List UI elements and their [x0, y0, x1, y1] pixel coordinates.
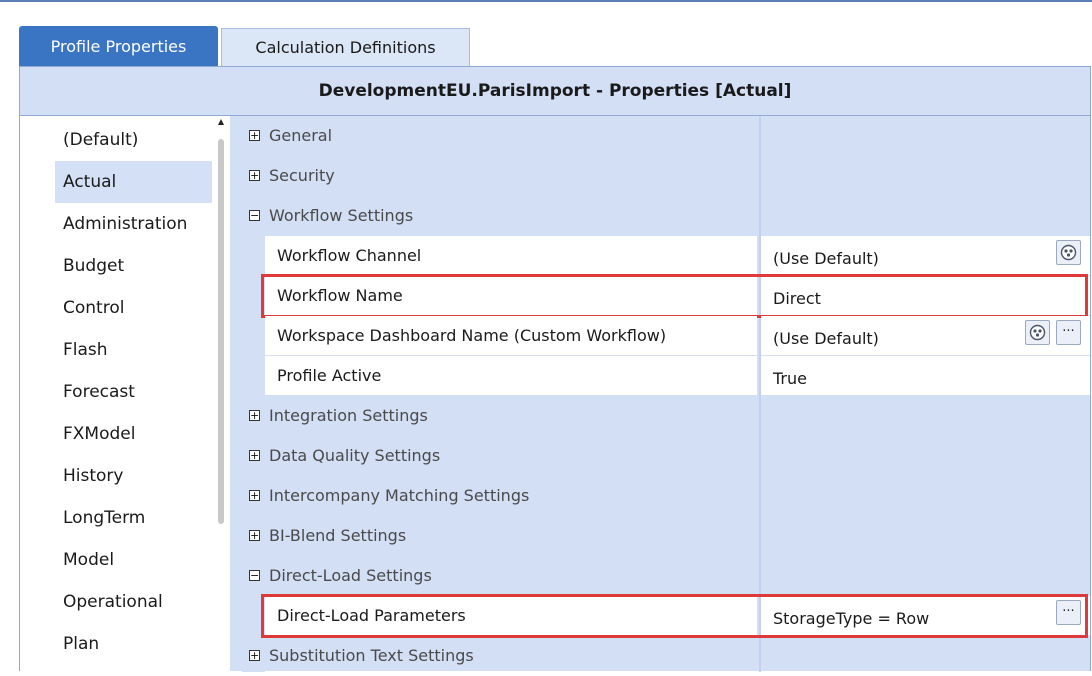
scenario-scrollbar[interactable] [218, 119, 224, 524]
property-value[interactable]: StorageType = Row [761, 596, 1090, 635]
lookup-icon [1060, 244, 1077, 261]
category-bi-blend-settings[interactable]: + BI-Blend Settings [242, 516, 1090, 556]
category-label: Integration Settings [269, 406, 428, 425]
expand-icon[interactable]: + [249, 650, 260, 661]
category-label: Data Quality Settings [269, 446, 441, 465]
property-name[interactable]: Workflow Channel [265, 236, 757, 275]
property-row-workflow-name: Workflow Name Direct [265, 276, 1090, 316]
category-workflow-settings[interactable]: − Workflow Settings [242, 196, 1090, 236]
property-name[interactable]: Profile Active [265, 356, 757, 395]
scenario-item-operational[interactable]: Operational [55, 581, 212, 623]
ellipsis-button[interactable]: ··· [1056, 320, 1081, 345]
property-name[interactable]: Direct-Load Parameters [265, 596, 757, 635]
property-value[interactable]: True [761, 356, 1090, 395]
property-value[interactable]: Direct [761, 276, 1090, 315]
expand-icon[interactable]: + [249, 490, 260, 501]
expand-icon[interactable]: + [249, 410, 260, 421]
scenario-item-actual[interactable]: Actual [55, 161, 212, 203]
scenario-item-default[interactable]: (Default) [55, 119, 212, 161]
scenario-list[interactable]: (Default) Actual Administration Budget Contr… [20, 116, 230, 672]
collapse-icon[interactable]: − [249, 570, 260, 581]
collapse-icon[interactable]: − [249, 210, 260, 221]
category-label: Intercompany Matching Settings [269, 486, 530, 505]
scenario-item-model[interactable]: Model [55, 539, 212, 581]
category-integration-settings[interactable]: + Integration Settings [242, 396, 1090, 436]
lookup-button[interactable] [1056, 240, 1081, 265]
category-label: Substitution Text Settings [269, 646, 474, 665]
tab-profile-properties[interactable]: Profile Properties [19, 26, 218, 66]
properties-panel: DevelopmentEU.ParisImport - Properties [… [19, 66, 1091, 672]
category-label: Direct-Load Settings [269, 566, 432, 585]
category-label: BI-Blend Settings [269, 526, 407, 545]
scenario-item-fxmodel[interactable]: FXModel [55, 413, 212, 455]
property-value[interactable]: (Use Default) [761, 236, 1090, 275]
scenario-item-budget[interactable]: Budget [55, 245, 212, 287]
category-intercompany-matching-settings[interactable]: + Intercompany Matching Settings [242, 476, 1090, 516]
property-row-direct-load-parameters: Direct-Load Parameters StorageType = Row ·… [265, 596, 1090, 636]
property-name[interactable]: Workspace Dashboard Name (Custom Workflo… [265, 316, 757, 355]
property-name[interactable]: Workflow Name [265, 276, 757, 315]
scenario-item-plan[interactable]: Plan [55, 623, 212, 665]
tab-calculation-definitions[interactable]: Calculation Definitions [221, 28, 470, 66]
property-row-profile-active: Profile Active True [265, 356, 1090, 396]
property-row-workspace-dashboard-name-custom-workflow: Workspace Dashboard Name (Custom Workflo… [265, 316, 1090, 356]
category-general[interactable]: + General [242, 116, 1090, 156]
expand-icon[interactable]: + [249, 530, 260, 541]
panel-title: DevelopmentEU.ParisImport - Properties [… [20, 67, 1090, 116]
top-divider [0, 0, 1092, 2]
lookup-button[interactable] [1025, 320, 1050, 345]
ellipsis-icon: ··· [1062, 324, 1075, 339]
scenario-item-control[interactable]: Control [55, 287, 212, 329]
scenario-item-flash[interactable]: Flash [55, 329, 212, 371]
expand-icon[interactable]: + [249, 450, 260, 461]
category-label: Workflow Settings [269, 206, 414, 225]
property-row-workflow-channel: Workflow Channel (Use Default) [265, 236, 1090, 276]
category-direct-load-settings[interactable]: − Direct-Load Settings [242, 556, 1090, 596]
category-label: General [269, 126, 333, 145]
expand-icon[interactable]: + [249, 170, 260, 181]
category-security[interactable]: + Security [242, 156, 1090, 196]
scenario-item-forecast[interactable]: Forecast [55, 371, 212, 413]
scenario-item-longterm[interactable]: LongTerm [55, 497, 212, 539]
category-label: Security [269, 166, 335, 185]
scenario-item-administration[interactable]: Administration [55, 203, 212, 245]
category-data-quality-settings[interactable]: + Data Quality Settings [242, 436, 1090, 476]
category-substitution-text-settings[interactable]: + Substitution Text Settings [242, 636, 1090, 676]
ellipsis-button[interactable]: ··· [1056, 600, 1081, 625]
expand-icon[interactable]: + [249, 130, 260, 141]
scroll-up-arrow-icon[interactable] [218, 119, 224, 125]
ellipsis-icon: ··· [1062, 604, 1075, 619]
scenario-item-history[interactable]: History [55, 455, 212, 497]
property-grid: + General + Security − Workflow Settings Workf… [242, 116, 1090, 672]
scroll-thumb[interactable] [218, 139, 224, 524]
lookup-icon [1029, 324, 1046, 341]
